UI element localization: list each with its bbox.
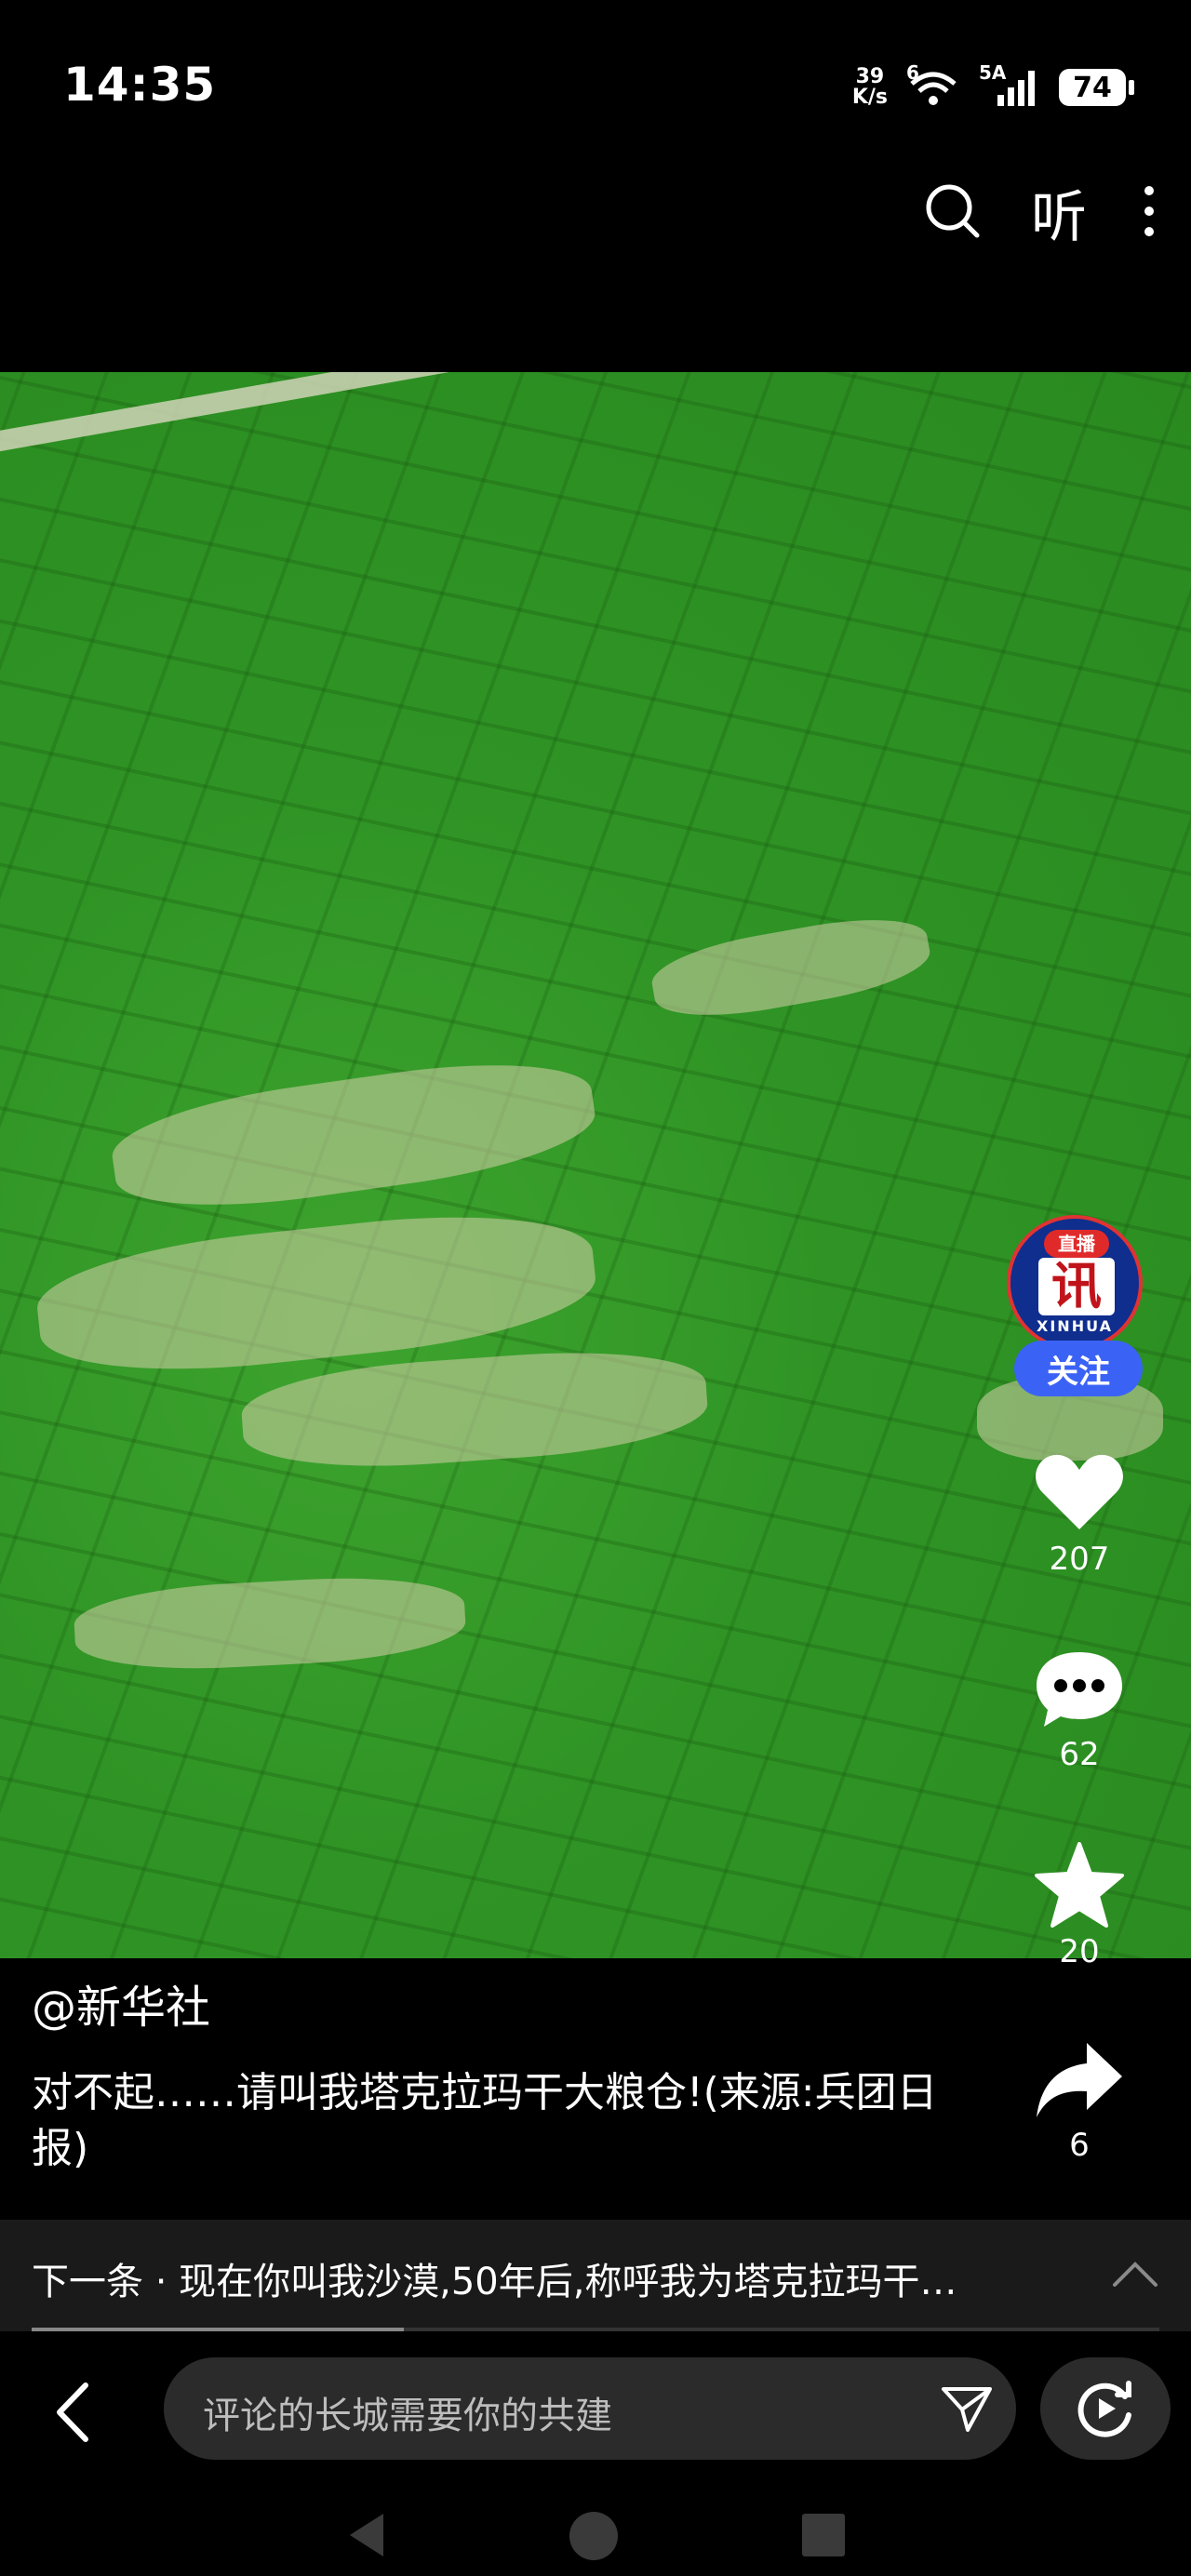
chevron-up-icon[interactable]: [1111, 2259, 1159, 2289]
heart-icon: [1036, 1454, 1123, 1529]
wifi-icon: 6: [906, 61, 960, 108]
top-toolbar: 听: [923, 172, 1163, 253]
field-road: [0, 372, 698, 458]
live-badge: 直播: [1044, 1230, 1109, 1258]
replay-button[interactable]: [1040, 2357, 1171, 2460]
share-button[interactable]: 6: [1024, 2039, 1135, 2164]
listen-button[interactable]: 听: [1031, 172, 1087, 253]
more-icon[interactable]: [1135, 181, 1163, 245]
network-speed: 39 K/s: [852, 67, 888, 108]
xinhua-logo: 讯: [1038, 1258, 1115, 1315]
system-navigation: [0, 2493, 1191, 2576]
comment-input[interactable]: 评论的长城需要你的共建: [164, 2357, 1016, 2460]
status-indicators: 39 K/s 6 5A 74: [852, 61, 1134, 112]
author-avatar[interactable]: 直播 讯 XINHUA: [1003, 1211, 1152, 1360]
sand-patch: [72, 1571, 468, 1675]
signal-icon: 5A: [979, 61, 1040, 108]
nav-back-icon[interactable]: [346, 2512, 387, 2558]
video-progress-fill: [32, 2328, 404, 2331]
sand-patch: [238, 1341, 711, 1477]
signal-label: 5A: [979, 61, 1007, 84]
nav-home-icon[interactable]: [568, 2510, 620, 2562]
wifi-label: 6: [906, 61, 919, 84]
sand-patch: [106, 1046, 601, 1224]
share-icon: [1037, 2043, 1122, 2117]
network-speed-value: 39: [855, 65, 885, 88]
comment-button[interactable]: 62: [1024, 1648, 1135, 1773]
share-count: 6: [1069, 2127, 1090, 2164]
video-caption: 对不起……请叫我塔克拉玛干大粮仓!(来源:兵团日报): [32, 2069, 938, 2172]
favorite-count: 20: [1059, 1933, 1100, 1970]
like-button[interactable]: 207: [1024, 1451, 1135, 1578]
video-progress[interactable]: [32, 2328, 1159, 2331]
search-icon[interactable]: [923, 181, 983, 245]
replay-icon: [1077, 2381, 1131, 2437]
chevron-left-icon: [57, 2382, 88, 2442]
comment-placeholder: 评论的长城需要你的共建: [203, 2395, 612, 2437]
xinhua-wordmark: XINHUA: [1037, 1317, 1113, 1335]
battery-indicator: 74: [1059, 69, 1134, 106]
video-player[interactable]: [0, 372, 1191, 1958]
comment-count: 62: [1059, 1736, 1100, 1773]
sand-patch: [647, 906, 935, 1029]
back-button[interactable]: [48, 2380, 99, 2449]
follow-button[interactable]: 关注: [1014, 1341, 1143, 1396]
avatar: 直播 讯 XINHUA: [1007, 1215, 1143, 1351]
send-icon[interactable]: [940, 2382, 994, 2436]
network-speed-unit: K/s: [851, 86, 888, 109]
like-count: 207: [1049, 1541, 1110, 1578]
status-time: 14:35: [63, 58, 217, 112]
star-icon: [1035, 1842, 1124, 1928]
favorite-button[interactable]: 20: [1024, 1842, 1135, 1970]
next-video-title: 下一条 · 现在你叫我沙漠,50年后,称呼我为塔克拉玛干…: [32, 2261, 957, 2303]
nav-recents-icon[interactable]: [800, 2512, 847, 2558]
comment-icon: [1037, 1652, 1122, 1727]
next-video-bar[interactable]: 下一条 · 现在你叫我沙漠,50年后,称呼我为塔克拉玛干…: [0, 2220, 1191, 2331]
author-handle[interactable]: @新华社: [32, 1970, 210, 2035]
